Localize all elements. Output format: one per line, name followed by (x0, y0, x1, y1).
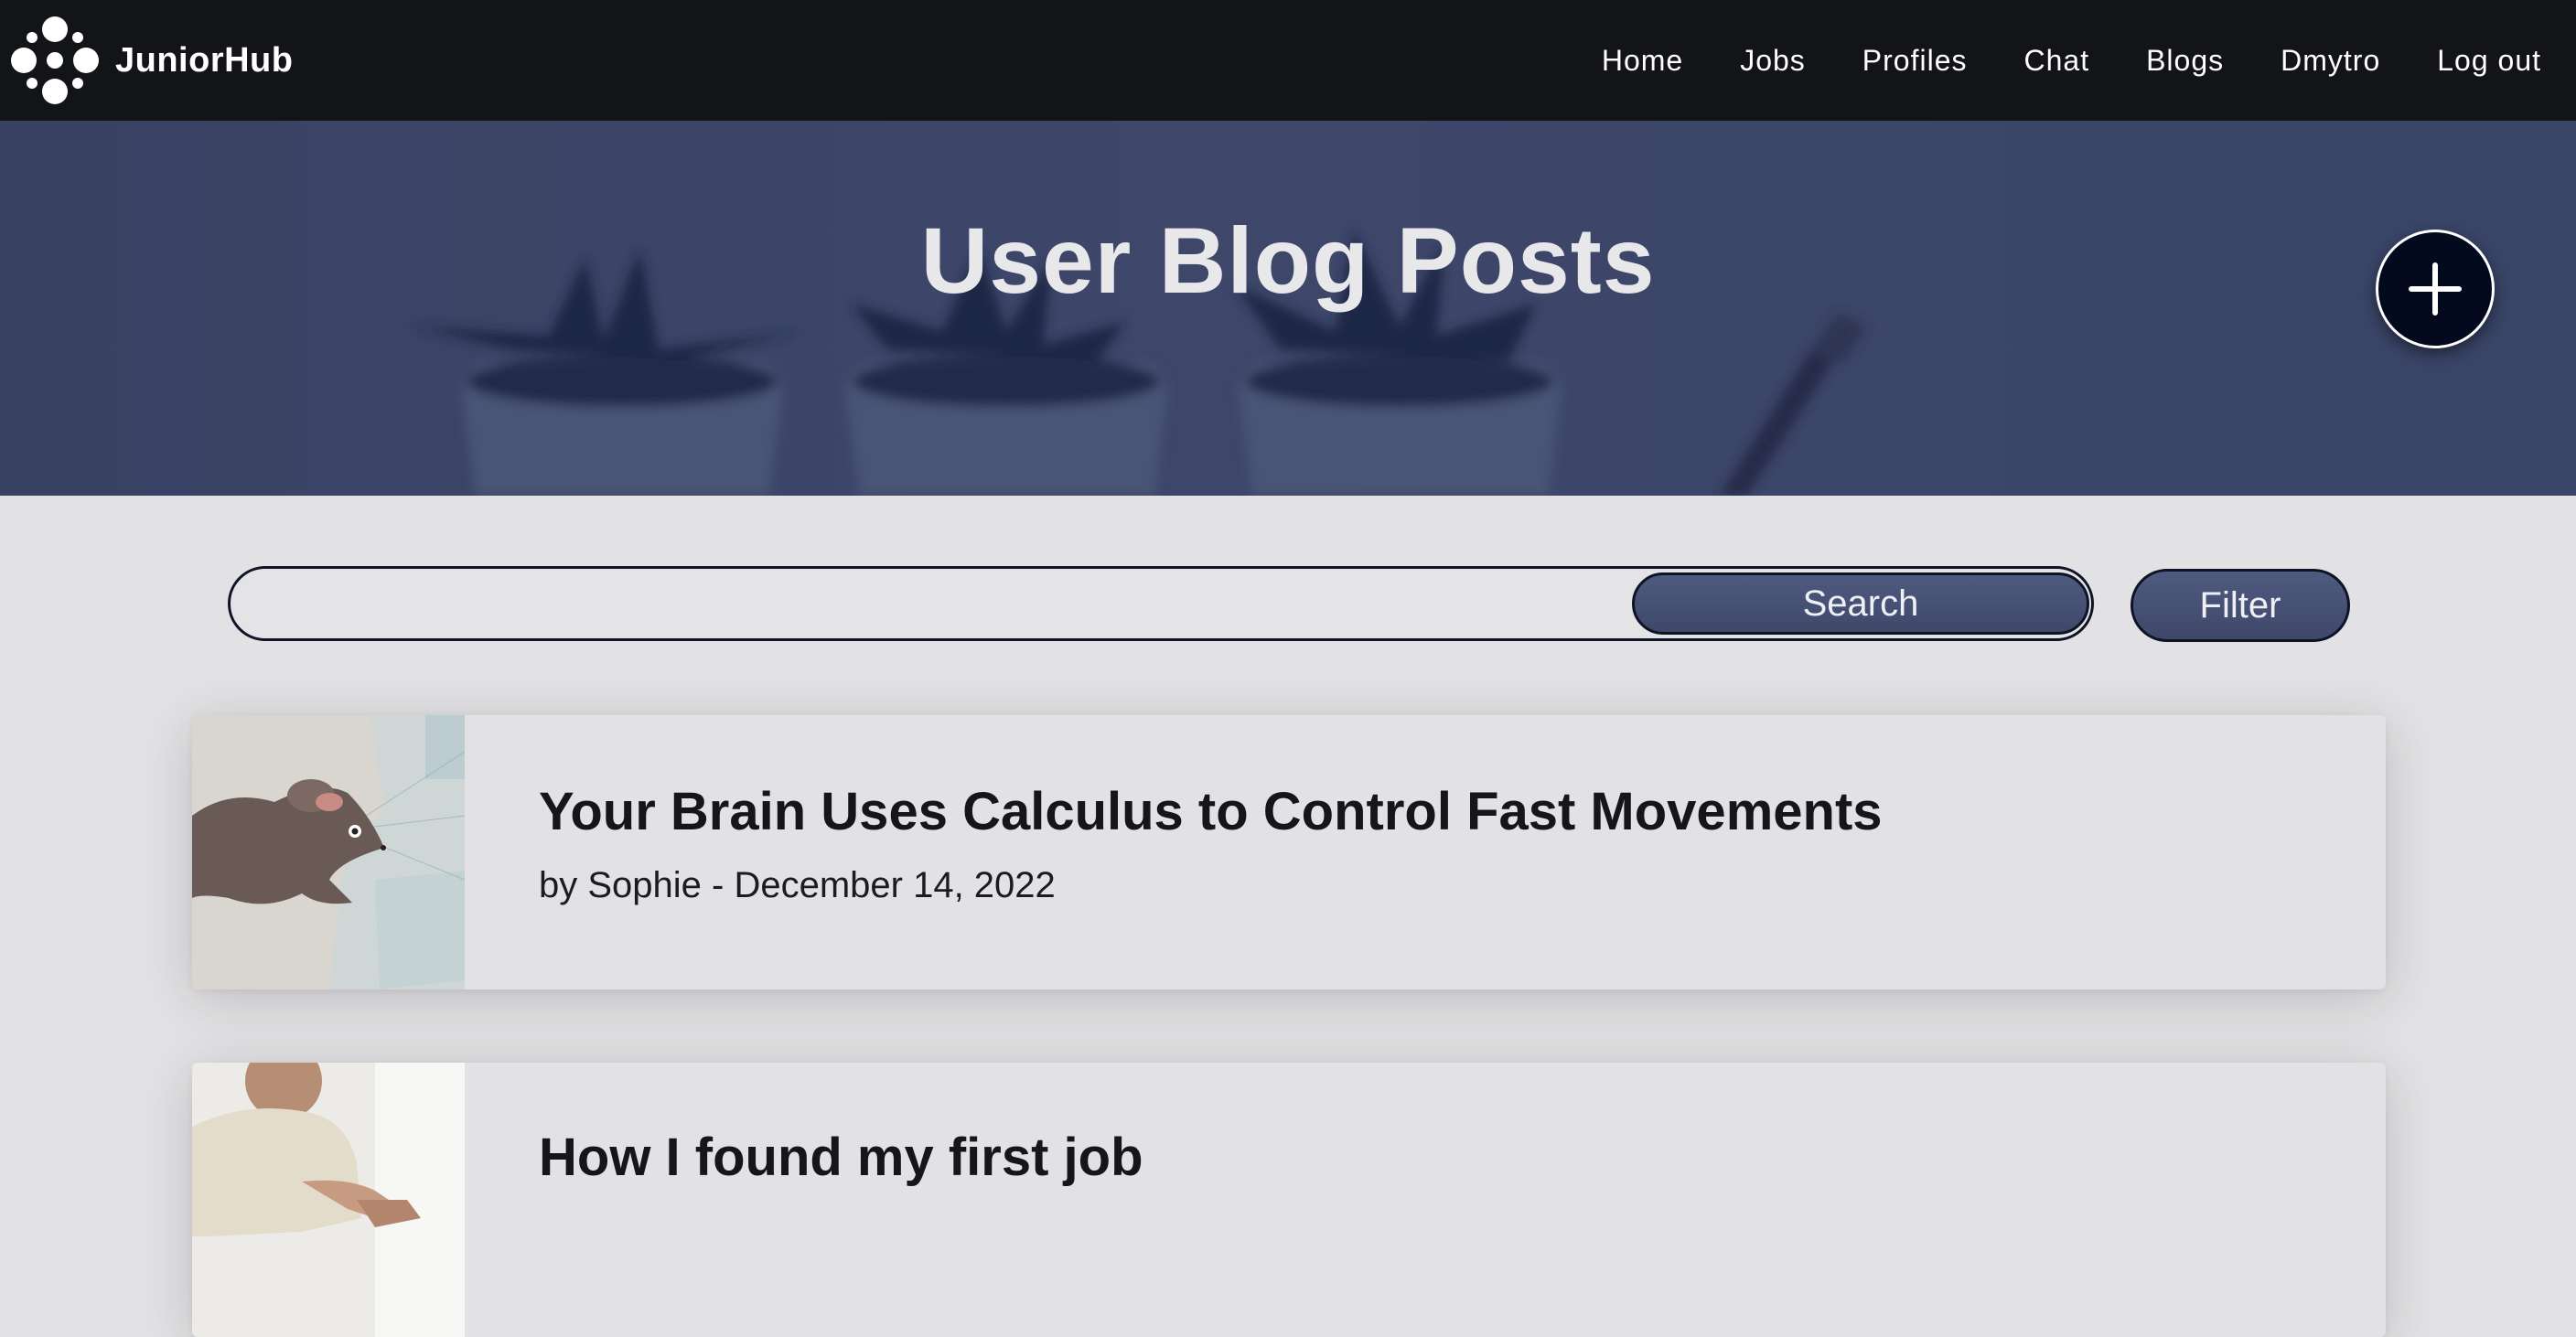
nav-links: Home Jobs Profiles Chat Blogs Dmytro Log… (1602, 44, 2541, 78)
brand[interactable]: JuniorHub (7, 13, 293, 108)
add-post-button[interactable] (2376, 230, 2495, 348)
nav-home[interactable]: Home (1602, 44, 1683, 78)
blog-post-card[interactable]: How I found my first job (192, 1063, 2386, 1337)
top-navbar: JuniorHub Home Jobs Profiles Chat Blogs … (0, 0, 2576, 121)
plus-icon (2409, 262, 2462, 316)
hero-banner: User Blog Posts (0, 121, 2576, 496)
nav-user-profile[interactable]: Dmytro (2281, 44, 2380, 78)
post-title[interactable]: How I found my first job (539, 1127, 1143, 1188)
blog-post-card[interactable]: Your Brain Uses Calculus to Control Fast… (192, 715, 2386, 989)
brand-name: JuniorHub (115, 40, 294, 80)
page-title: User Blog Posts (920, 209, 1656, 313)
filter-button[interactable]: Filter (2131, 569, 2350, 642)
nav-jobs[interactable]: Jobs (1740, 44, 1806, 78)
post-thumbnail (192, 715, 465, 989)
search-input[interactable] (258, 580, 1625, 629)
post-title[interactable]: Your Brain Uses Calculus to Control Fast… (539, 781, 1883, 842)
nav-logout[interactable]: Log out (2437, 44, 2541, 78)
search-button[interactable]: Search (1632, 572, 2089, 635)
post-thumbnail (192, 1063, 465, 1337)
nav-chat[interactable]: Chat (2023, 44, 2089, 78)
search-bar: Search (228, 566, 2094, 641)
nav-blogs[interactable]: Blogs (2146, 44, 2224, 78)
dots-cluster-logo-icon (11, 16, 99, 104)
handshake-photo-icon (192, 1063, 465, 1337)
nav-profiles[interactable]: Profiles (1862, 44, 1968, 78)
mouse-illustration-icon (192, 715, 465, 989)
post-meta: by Sophie - December 14, 2022 (539, 865, 1056, 905)
